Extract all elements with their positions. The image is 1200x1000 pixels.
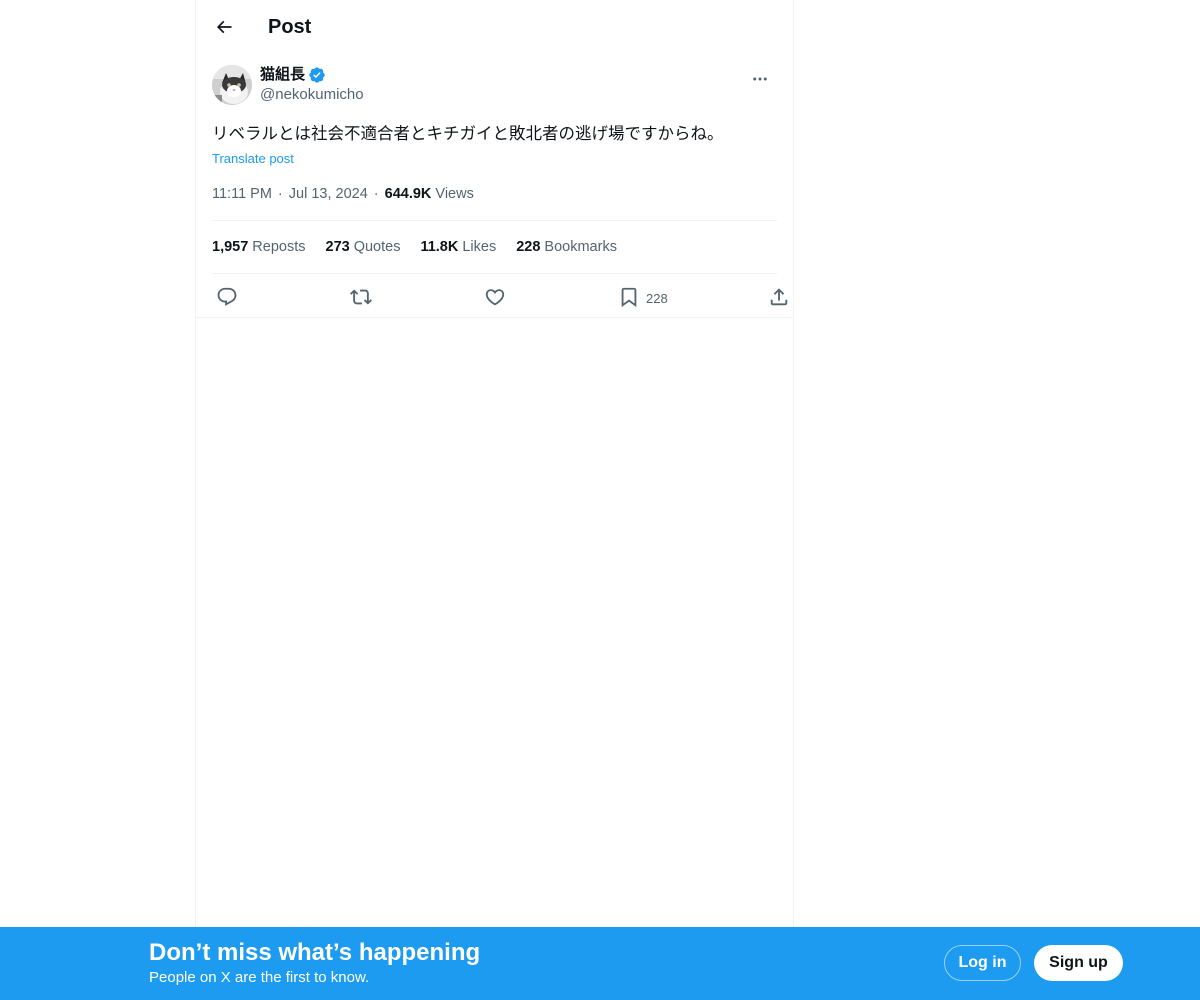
- likes-count: 11.8K: [420, 239, 459, 255]
- display-name-row: 猫組長: [260, 65, 364, 85]
- bookmark-button[interactable]: 228: [618, 284, 668, 310]
- more-horizontal-icon: [753, 77, 767, 81]
- tweet-actions: 228: [212, 274, 788, 321]
- reposts-count: 1,957: [212, 239, 249, 255]
- share-icon: [770, 288, 788, 306]
- views-label: Views: [435, 186, 474, 202]
- tweet-meta: 11:11 PM · Jul 13, 2024 · 644.9K Views: [212, 184, 777, 221]
- reposts-label: Reposts: [252, 239, 306, 255]
- tweet-date[interactable]: Jul 13, 2024: [289, 186, 368, 202]
- page-title: Post: [268, 16, 312, 38]
- tweet-time[interactable]: 11:11 PM: [212, 186, 272, 202]
- likes-label: Likes: [462, 239, 497, 255]
- quotes-label: Quotes: [353, 239, 401, 255]
- primary-column: Post 猫組長 @nekokumicho リベラルとは社会不適合者とキチガイと…: [195, 0, 794, 1000]
- reposts-stat[interactable]: 1,957 Reposts: [212, 239, 306, 255]
- author-row: 猫組長 @nekokumicho: [212, 64, 777, 114]
- heart-icon: [485, 289, 505, 306]
- quotes-stat[interactable]: 273 Quotes: [326, 239, 401, 255]
- signup-button[interactable]: Sign up: [1034, 945, 1123, 981]
- bookmark-count: 228: [646, 291, 668, 306]
- reply-icon: [217, 287, 237, 306]
- repost-icon: [350, 289, 372, 305]
- bookmarks-label: Bookmarks: [544, 239, 617, 255]
- tweet-text: リベラルとは社会不適合者とキチガイと敗北者の逃げ場ですからね。: [212, 124, 724, 143]
- author-handle[interactable]: @nekokumicho: [260, 85, 364, 105]
- page: Post 猫組長 @nekokumicho リベラルとは社会不適合者とキチガイと…: [0, 0, 1200, 1000]
- bookmark-icon: [621, 287, 637, 308]
- separator-dot: ·: [277, 186, 283, 202]
- translate-post-link[interactable]: Translate post: [212, 150, 294, 168]
- arrow-left-icon: [216, 20, 232, 34]
- views-count: 644.9K: [384, 186, 432, 202]
- display-name[interactable]: 猫組長: [260, 65, 305, 85]
- back-button[interactable]: [206, 9, 242, 45]
- cat-avatar-image: [212, 65, 252, 105]
- likes-stat[interactable]: 11.8K Likes: [420, 239, 496, 255]
- reply-button[interactable]: [216, 284, 238, 310]
- author-names: 猫組長 @nekokumicho: [260, 65, 364, 105]
- bookmarks-count: 228: [516, 239, 541, 255]
- divider: [196, 317, 793, 318]
- separator-dot: ·: [373, 186, 379, 202]
- repost-button[interactable]: [350, 284, 372, 310]
- banner-subtitle: People on X are the first to know.: [149, 969, 370, 986]
- avatar[interactable]: [212, 65, 252, 105]
- top-bar: Post: [196, 0, 793, 54]
- bookmarks-stat[interactable]: 228 Bookmarks: [516, 239, 617, 255]
- login-button[interactable]: Log in: [944, 945, 1021, 981]
- quotes-count: 273: [325, 239, 350, 255]
- share-button[interactable]: [768, 284, 790, 310]
- more-options-button[interactable]: [743, 64, 777, 94]
- tweet: 猫組長 @nekokumicho リベラルとは社会不適合者とキチガイと敗北者の逃…: [196, 64, 793, 321]
- verified-badge-icon[interactable]: [308, 66, 326, 84]
- signup-banner: Don’t miss what’s happening People on X …: [0, 927, 1200, 1000]
- banner-title: Don’t miss what’s happening: [149, 939, 481, 966]
- like-button[interactable]: [484, 284, 506, 310]
- tweet-stats: 1,957 Reposts 273 Quotes 11.8K Likes 228 Boo…: [212, 221, 777, 274]
